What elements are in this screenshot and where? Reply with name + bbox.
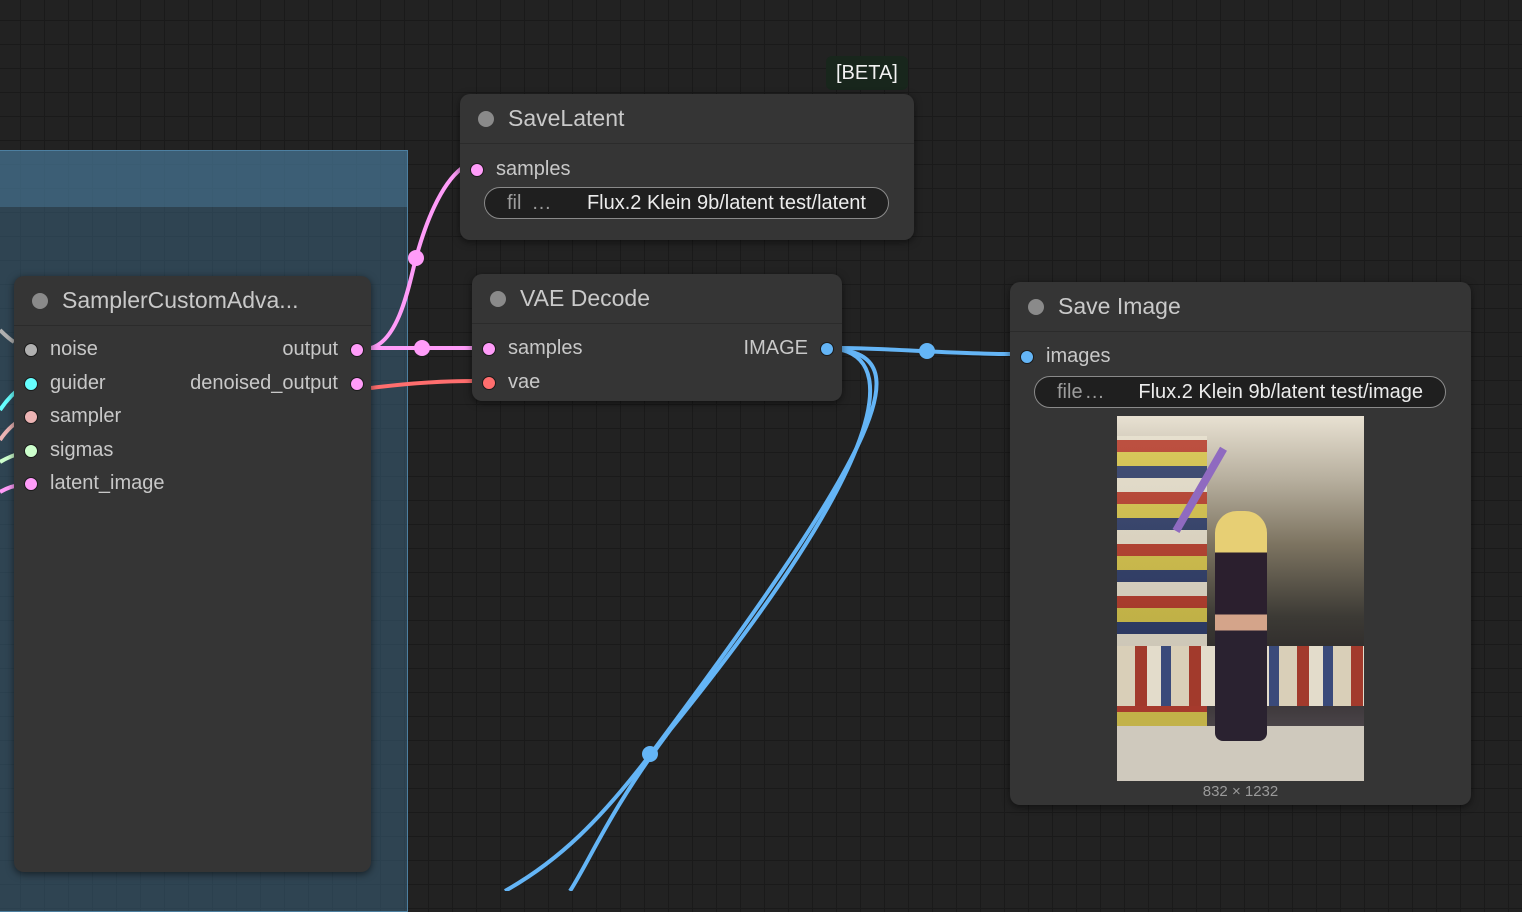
widget-value: Flux.2 Klein 9b/latent test/image — [1138, 380, 1423, 403]
node-title: Save Image — [1058, 293, 1181, 319]
input-slot-guider[interactable]: guider — [24, 372, 106, 395]
slot-label: noise — [50, 338, 98, 360]
slot-label: output — [282, 338, 338, 360]
slot-label: samples — [508, 337, 583, 359]
node-save-latent[interactable]: SaveLatent samples fil … Flux.2 Klein 9b… — [460, 94, 914, 240]
filename-prefix-input[interactable]: file … Flux.2 Klein 9b/latent test/image — [1034, 376, 1446, 408]
slot-label: sampler — [50, 405, 122, 427]
slot-dot-icon[interactable] — [470, 162, 484, 177]
slot-dot-icon[interactable] — [350, 376, 364, 391]
output-slot-image[interactable]: IMAGE — [744, 337, 834, 360]
slot-dot-icon[interactable] — [24, 409, 38, 424]
input-slot-vae[interactable]: vae — [482, 371, 540, 394]
link-midpoint-dot — [919, 343, 935, 359]
link-image-down-1 — [504, 348, 879, 891]
slot-dot-icon[interactable] — [482, 375, 496, 390]
slot-label: sigmas — [50, 439, 114, 461]
collapse-dot-icon[interactable] — [32, 292, 48, 309]
slot-label: IMAGE — [743, 337, 808, 359]
slot-label: guider — [50, 372, 106, 394]
node-vae-decode[interactable]: VAE Decode samples vae IMAGE — [472, 274, 842, 401]
node-sampler-custom-advanced[interactable]: SamplerCustomAdva... noise guider sample… — [14, 276, 371, 872]
link-image-saveimage — [841, 346, 1011, 356]
slot-label: images — [1046, 345, 1111, 367]
slot-label: latent_image — [50, 472, 165, 494]
slot-dot-icon[interactable] — [350, 342, 364, 357]
node-title-bar[interactable]: Save Image — [1010, 282, 1471, 332]
output-slot-output[interactable]: output — [282, 338, 364, 361]
node-title: SaveLatent — [508, 105, 625, 131]
collapse-dot-icon[interactable] — [1028, 298, 1044, 315]
node-title: VAE Decode — [520, 285, 650, 311]
output-slot-denoised-output[interactable]: denoised_output — [190, 372, 364, 395]
link-midpoint-dot — [408, 250, 424, 266]
input-slot-sigmas[interactable]: sigmas — [24, 439, 113, 462]
input-slot-samples[interactable]: samples — [482, 337, 582, 360]
widget-value: Flux.2 Klein 9b/latent test/latent — [586, 191, 866, 214]
collapse-dot-icon[interactable] — [490, 290, 506, 307]
slot-label: vae — [508, 371, 541, 393]
group-header[interactable] — [0, 151, 407, 207]
image-dimensions: 832 × 1232 — [1202, 783, 1279, 800]
slot-dot-icon[interactable] — [482, 341, 496, 356]
slot-dot-icon[interactable] — [24, 476, 38, 491]
preview-figure — [1215, 511, 1267, 741]
node-title-bar[interactable]: SamplerCustomAdva... — [14, 276, 371, 326]
widget-ellipsis: … — [531, 191, 552, 214]
link-midpoint-dot — [414, 340, 430, 356]
input-slot-samples[interactable]: samples — [470, 158, 570, 181]
input-slot-sampler[interactable]: sampler — [24, 405, 121, 428]
slot-label: samples — [496, 158, 571, 180]
node-title: SamplerCustomAdva... — [62, 287, 299, 313]
link-image-down-2 — [568, 348, 873, 891]
node-title-bar[interactable]: SaveLatent — [460, 94, 914, 144]
input-slot-noise[interactable]: noise — [24, 338, 98, 361]
input-slot-images[interactable]: images — [1020, 345, 1110, 368]
image-preview[interactable] — [1117, 416, 1364, 781]
slot-dot-icon[interactable] — [24, 342, 38, 357]
widget-label: fil — [507, 191, 522, 214]
slot-dot-icon[interactable] — [820, 341, 834, 356]
node-title-bar[interactable]: VAE Decode — [472, 274, 842, 324]
input-slot-latent-image[interactable]: latent_image — [24, 472, 165, 495]
link-midpoint-dot — [642, 746, 658, 762]
slot-label: denoised_output — [190, 372, 338, 394]
slot-dot-icon[interactable] — [24, 443, 38, 458]
filename-prefix-input[interactable]: fil … Flux.2 Klein 9b/latent test/latent — [484, 187, 889, 219]
widget-label: file — [1057, 380, 1083, 403]
collapse-dot-icon[interactable] — [478, 110, 494, 127]
slot-dot-icon[interactable] — [24, 376, 38, 391]
beta-badge: [BETA] — [826, 56, 908, 90]
widget-ellipsis: … — [1084, 380, 1105, 403]
slot-dot-icon[interactable] — [1020, 349, 1034, 364]
